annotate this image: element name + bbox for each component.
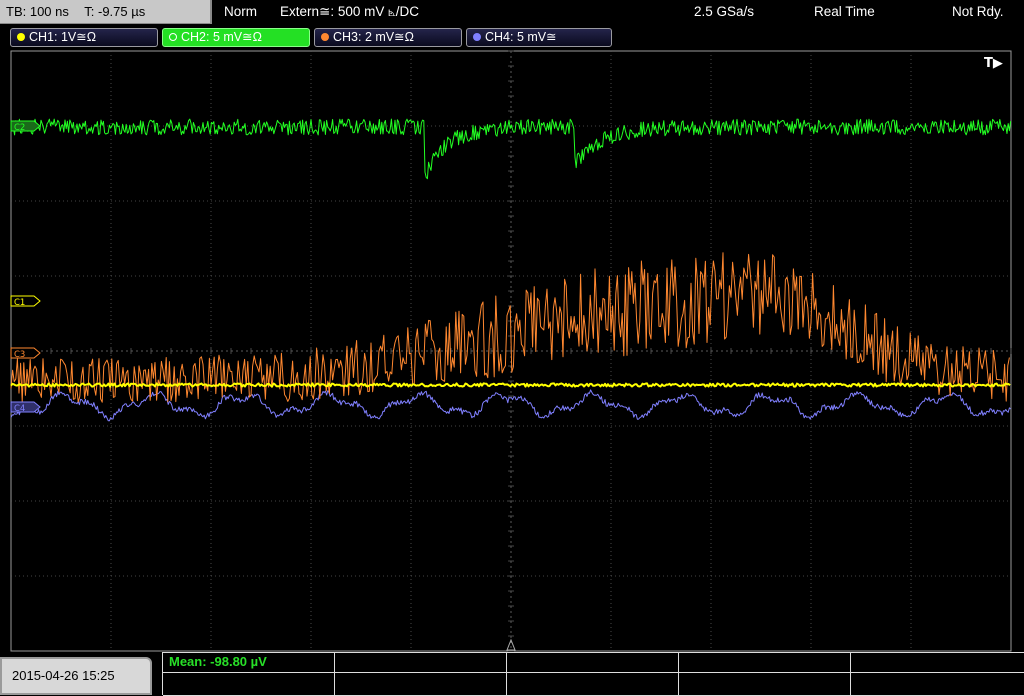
measurement-cell[interactable]: [335, 653, 507, 673]
tab-ch3[interactable]: CH3: 2 mV≅Ω: [314, 28, 462, 47]
measurement-cell-mean[interactable]: Mean: -98.80 µV: [163, 653, 335, 673]
ch2-label: CH2: 5 mV≅Ω: [181, 30, 262, 44]
trigger-position-marker[interactable]: T▶: [984, 56, 1003, 71]
measurement-cell[interactable]: [335, 673, 507, 696]
tab-ch2[interactable]: CH2: 5 mV≅Ω: [162, 28, 310, 47]
timebase-box[interactable]: TB: 100 ns T: -9.75 µs: [0, 0, 212, 24]
trigger-source[interactable]: Extern≅: 500 mV ⦝/DC: [280, 0, 419, 24]
ch4-dot-icon: [473, 33, 481, 41]
ch4-marker-label: C4: [14, 404, 25, 414]
acquisition-mode[interactable]: Norm: [224, 0, 257, 24]
sample-rate[interactable]: 2.5 GSa/s: [694, 0, 754, 24]
trigger-status: Not Rdy.: [952, 4, 1004, 19]
ch3-label: CH3: 2 mV≅Ω: [333, 30, 414, 44]
tab-ch4[interactable]: CH4: 5 mV≅: [466, 28, 612, 47]
tab-ch1[interactable]: CH1: 1V≅Ω: [10, 28, 158, 47]
measurement-bar[interactable]: Mean: -98.80 µV: [162, 652, 1024, 696]
measurement-cell[interactable]: [679, 673, 851, 696]
ch3-dot-icon: [321, 33, 329, 41]
waveform-display[interactable]: C2 C1 C3 C4 T▶: [0, 50, 1024, 653]
measurement-cell[interactable]: [679, 653, 851, 673]
measurement-cell[interactable]: [507, 673, 679, 696]
ch3-marker-label: C3: [14, 350, 25, 360]
datetime-label: 2015-04-26 15:25: [0, 657, 152, 695]
ch1-marker-label: C1: [14, 298, 25, 308]
timebase-label: TB: 100 ns: [6, 4, 69, 19]
realtime-mode[interactable]: Real Time: [814, 0, 875, 24]
ch1-label: CH1: 1V≅Ω: [29, 30, 97, 44]
measurement-mean: Mean: -98.80 µV: [169, 654, 267, 669]
ch2-dot-icon: [169, 33, 177, 41]
measurement-cell[interactable]: [851, 673, 1024, 696]
measurement-cell[interactable]: [851, 653, 1024, 673]
trigger-time-label: T: -9.75 µs: [84, 4, 146, 19]
status-bar: TB: 100 ns T: -9.75 µs Norm Extern≅: 500…: [0, 0, 1024, 24]
ch2-marker-label: C2: [14, 123, 25, 133]
measurement-cell[interactable]: [163, 673, 335, 696]
ch1-dot-icon: [17, 33, 25, 41]
measurement-cell[interactable]: [507, 653, 679, 673]
ch4-label: CH4: 5 mV≅: [485, 30, 557, 44]
